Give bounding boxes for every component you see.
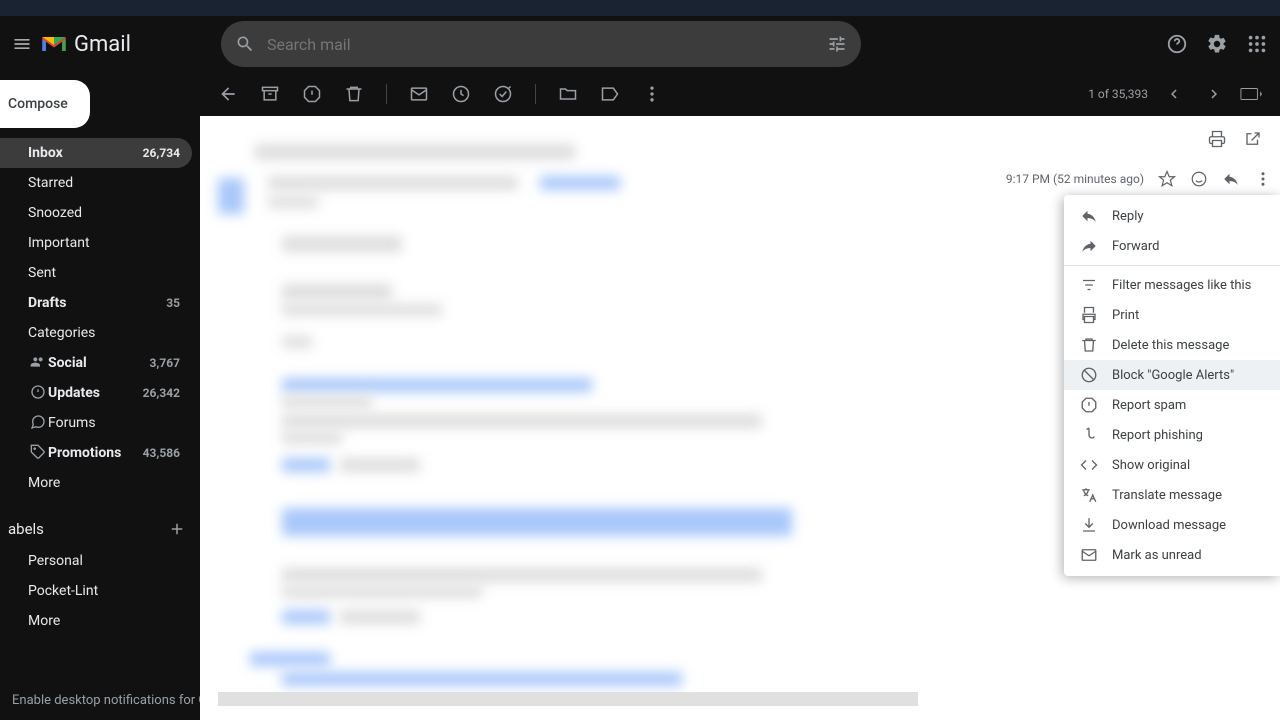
labels-icon[interactable] [600,84,642,104]
ctx-label: Report spam [1112,398,1186,413]
ctx-label: Show original [1112,458,1190,473]
nav-starred[interactable]: Starred [0,168,192,198]
block-icon [1080,366,1098,384]
forward-icon [1080,237,1098,255]
browser-chrome-strip [0,0,1280,16]
message-more-icon[interactable] [1254,170,1272,188]
ctx-label: Block "Google Alerts" [1112,368,1234,383]
compose-button[interactable]: Compose [0,80,90,128]
phishing-icon [1080,426,1098,444]
mark-unread-icon[interactable] [409,84,451,104]
ctx-label: Mark as unread [1112,548,1202,563]
nav-forums[interactable]: Forums [0,408,192,438]
support-icon[interactable] [1166,33,1188,55]
star-icon[interactable] [1158,170,1176,188]
search-input[interactable] [267,35,827,54]
main-menu-icon[interactable] [12,34,36,54]
ctx-label: Forward [1112,239,1159,254]
label-personal[interactable]: Personal [0,546,192,576]
gmail-m-icon [40,33,68,55]
ctx-separator [1064,265,1280,266]
header-actions [1166,33,1268,55]
search-options-icon[interactable] [827,34,847,54]
reply-icon [1080,207,1098,225]
ctx-label: Translate message [1112,488,1222,503]
ctx-translate[interactable]: Translate message [1064,480,1280,510]
translate-icon [1080,486,1098,504]
ctx-original[interactable]: Show original [1064,450,1280,480]
app-header: Gmail [0,16,1280,72]
nav-updates[interactable]: Updates26,342 [0,378,192,408]
pagination-text: 1 of 35,393 [1088,87,1148,101]
download-icon [1080,516,1098,534]
gmail-logo[interactable]: Gmail [40,32,131,57]
nav-promotions[interactable]: Promotions43,586 [0,438,192,468]
ctx-spam[interactable]: Report spam [1064,390,1280,420]
add-task-icon[interactable] [493,84,535,104]
message-toolbar: 1 of 35,393 [200,72,1280,116]
nav-drafts[interactable]: Drafts35 [0,288,192,318]
toolbar-separator [535,84,536,104]
older-icon[interactable] [1200,80,1228,108]
newer-icon[interactable] [1160,80,1188,108]
search-icon [235,34,255,54]
ctx-reply[interactable]: Reply [1064,201,1280,231]
code-icon [1080,456,1098,474]
input-tools-icon[interactable] [1240,87,1262,101]
print-icon [1080,306,1098,324]
ctx-filter[interactable]: Filter messages like this [1064,270,1280,300]
labels-header: abels [0,512,200,546]
spam-icon [1080,396,1098,414]
open-new-window-icon[interactable] [1244,130,1262,148]
ctx-block[interactable]: Block "Google Alerts" [1064,360,1280,390]
report-spam-icon[interactable] [302,84,344,104]
filter-icon [1080,276,1098,294]
label-pocket-lint[interactable]: Pocket-Lint [0,576,192,606]
nav-important[interactable]: Important [0,228,192,258]
print-icon[interactable] [1208,130,1226,148]
delete-icon[interactable] [344,84,386,104]
ctx-label: Filter messages like this [1112,278,1251,293]
ctx-print[interactable]: Print [1064,300,1280,330]
back-icon[interactable] [218,84,260,104]
desktop-notification-prompt[interactable]: Enable desktop notifications for Gma [12,693,200,708]
labels-header-text: abels [8,520,44,538]
labels-more[interactable]: More [0,606,192,636]
reply-icon[interactable] [1222,170,1240,188]
horizontal-scrollbar[interactable] [218,692,918,706]
apps-icon[interactable] [1246,33,1268,55]
nav-snoozed[interactable]: Snoozed [0,198,192,228]
ctx-label: Download message [1112,518,1226,533]
sidebar: Compose Inbox26,734 Starred Snoozed Impo… [0,72,200,720]
snooze-icon[interactable] [451,84,493,104]
message-context-menu: Reply Forward Filter messages like this … [1064,195,1280,576]
message-timestamp: 9:17 PM (52 minutes ago) [1006,172,1144,186]
more-icon[interactable] [642,84,684,104]
gmail-wordmark: Gmail [74,32,131,57]
add-label-icon[interactable] [168,520,186,538]
nav-more[interactable]: More [0,468,192,498]
ctx-label: Report phishing [1112,428,1203,443]
nav-categories[interactable]: Categories [0,318,192,348]
archive-icon[interactable] [260,84,302,104]
ctx-label: Print [1112,308,1139,323]
ctx-forward[interactable]: Forward [1064,231,1280,261]
ctx-delete[interactable]: Delete this message [1064,330,1280,360]
move-to-icon[interactable] [558,84,600,104]
ctx-label: Reply [1112,209,1144,224]
settings-icon[interactable] [1206,33,1228,55]
toolbar-separator [386,84,387,104]
search-bar[interactable] [221,21,861,67]
nav-primary: Inbox26,734 Starred Snoozed Important Se… [0,138,200,498]
ctx-unread[interactable]: Mark as unread [1064,540,1280,570]
nav-sent[interactable]: Sent [0,258,192,288]
trash-icon [1080,336,1098,354]
mark-unread-icon [1080,546,1098,564]
nav-inbox[interactable]: Inbox26,734 [0,138,192,168]
nav-social[interactable]: Social3,767 [0,348,192,378]
ctx-download[interactable]: Download message [1064,510,1280,540]
ctx-phishing[interactable]: Report phishing [1064,420,1280,450]
react-icon[interactable] [1190,170,1208,188]
ctx-label: Delete this message [1112,338,1229,353]
